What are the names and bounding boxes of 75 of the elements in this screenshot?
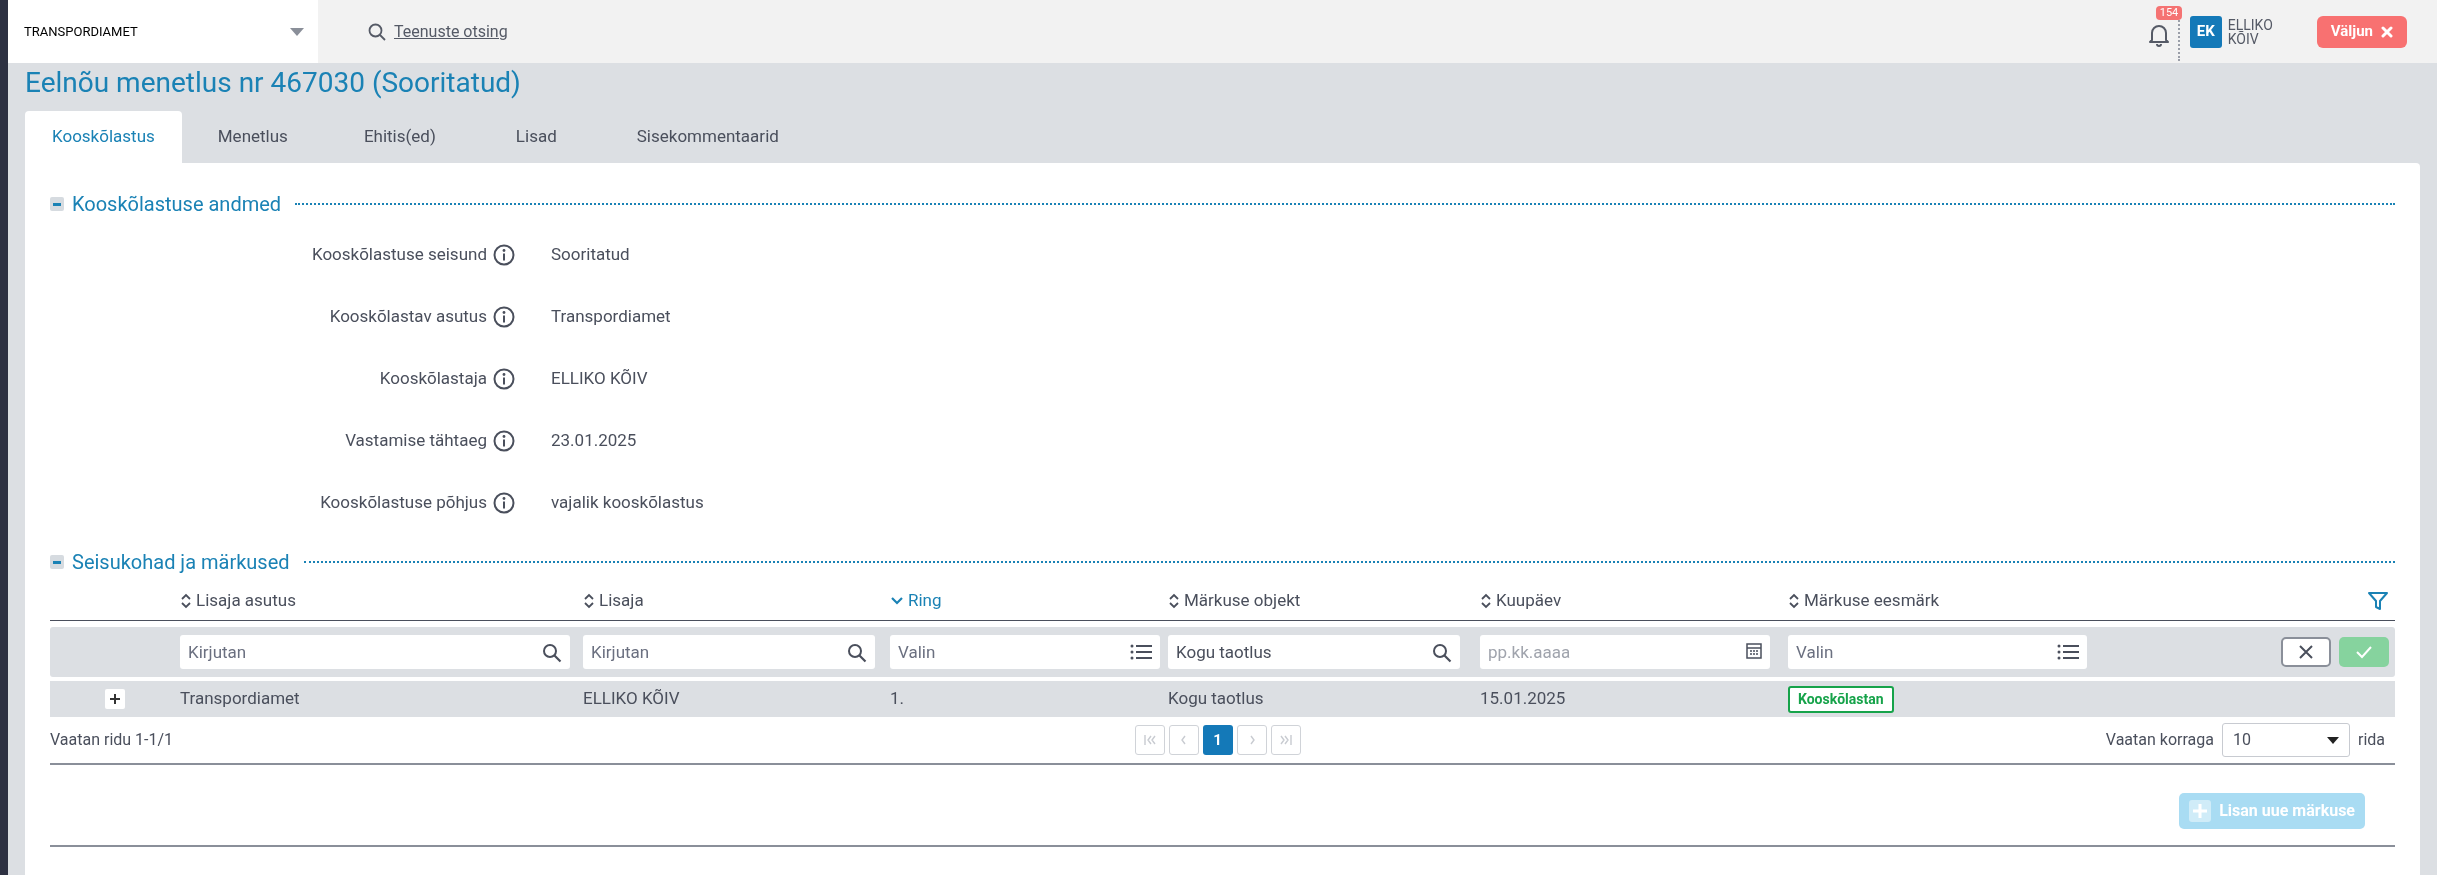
close-icon xyxy=(2381,25,2393,38)
row-count: Vaatan ridu 1-1/1 xyxy=(50,730,174,749)
page-title: Eelnõu menetlus nr 467030 (Sooritatud) xyxy=(25,65,522,101)
user-first-name: ELLIKO xyxy=(2227,17,2273,32)
info-icon[interactable] xyxy=(493,492,515,514)
info-icon[interactable] xyxy=(493,244,515,266)
search-link[interactable]: Teenuste otsing xyxy=(394,19,508,44)
input-field[interactable]: Kogu taotlus xyxy=(1168,635,1460,669)
table-cell: 15.01.2025 xyxy=(1480,688,1566,709)
input-field[interactable]: Kirjutan xyxy=(583,635,875,669)
list-icon xyxy=(1130,643,1152,661)
input-field[interactable]: Kirjutan xyxy=(180,635,570,669)
search-icon xyxy=(542,643,562,663)
user-last-name: KÕIV xyxy=(2227,31,2260,46)
date-field[interactable]: pp.kk.aaaa xyxy=(1480,635,1770,669)
caret-icon xyxy=(2326,736,2339,744)
tab[interactable]: Kooskõlastus xyxy=(25,111,182,163)
field-value: Sooritatud xyxy=(551,243,630,267)
field-label: Vastamise tähtaeg xyxy=(345,429,487,453)
field-label: Kooskõlastaja xyxy=(379,367,487,391)
column-header[interactable]: Ring xyxy=(890,587,1168,614)
select-field[interactable]: Valin xyxy=(1788,635,2087,669)
field-label: Kooskõlastav asutus xyxy=(329,305,487,329)
table-cell: ELLIKO KÕIV xyxy=(583,688,680,709)
column-header[interactable]: Märkuse objekt xyxy=(1168,587,1480,614)
collapse-toggle[interactable] xyxy=(50,197,64,211)
filter-icon[interactable] xyxy=(2367,589,2389,612)
field-value: Transpordiamet xyxy=(551,305,671,329)
list-icon xyxy=(2057,643,2079,661)
search-icon xyxy=(368,22,386,41)
user-avatar[interactable]: EK xyxy=(2189,15,2222,48)
close-icon xyxy=(2298,644,2314,660)
info-icon[interactable] xyxy=(493,430,515,452)
caret-icon xyxy=(290,27,304,36)
section-title: Kooskõlastuse andmed xyxy=(72,191,282,218)
tab[interactable]: Sisekommentaarid xyxy=(596,111,819,163)
chevron-icon xyxy=(1142,734,1157,746)
page-size-suffix: rida xyxy=(2357,729,2385,751)
info-icon[interactable] xyxy=(493,306,515,328)
tab[interactable]: Menetlus xyxy=(181,111,324,163)
column-header[interactable]: Märkuse eesmärk xyxy=(1788,587,2108,614)
field-label: Kooskõlastuse seisund xyxy=(311,243,487,267)
plus-icon xyxy=(2189,800,2212,822)
column-header[interactable]: Lisaja xyxy=(583,587,890,614)
organization-select[interactable]: TRANSPORDIAMET xyxy=(8,0,318,63)
search-icon xyxy=(1432,643,1452,663)
table-cell: Kogu taotlus xyxy=(1168,688,1264,709)
field-value: ELLIKO KÕIV xyxy=(551,367,648,391)
page-size-select[interactable]: 10 xyxy=(2221,723,2350,757)
search-icon xyxy=(847,643,867,663)
select-field[interactable]: Valin xyxy=(890,635,1160,669)
collapse-toggle[interactable] xyxy=(50,555,64,569)
column-header[interactable]: Kuupäev xyxy=(1480,587,1788,614)
page-size-label: Vaatan korraga xyxy=(2105,729,2214,751)
clear-filter-button[interactable] xyxy=(2281,637,2331,667)
expand-row-button[interactable] xyxy=(105,689,125,709)
plus-icon xyxy=(109,693,121,705)
info-icon[interactable] xyxy=(493,368,515,390)
table-cell: 1. xyxy=(890,688,905,709)
calendar-icon xyxy=(1746,643,1762,659)
section-title: Seisukohad ja märkused xyxy=(72,549,290,576)
table-cell: Transpordiamet xyxy=(180,688,300,709)
notification-badge: 154 xyxy=(2155,5,2183,20)
chevron-icon xyxy=(1278,734,1293,746)
field-label: Kooskõlastuse põhjus xyxy=(320,491,487,515)
checkmark-icon xyxy=(2355,645,2373,659)
tab[interactable]: Ehitis(ed) xyxy=(323,111,476,163)
table-row[interactable]: Transpordiamet ELLIKO KÕIV 1. Kogu taotlus 15.01.2025 Kooskõlastan xyxy=(50,681,2395,717)
bell-icon[interactable] xyxy=(2147,22,2170,47)
field-value: vajalik kooskõlastus xyxy=(551,491,704,515)
column-header[interactable]: Lisaja asutus xyxy=(180,587,583,614)
page-button[interactable]: 1 xyxy=(1202,725,1233,755)
field-value: 23.01.2025 xyxy=(551,429,637,453)
tab[interactable]: Lisad xyxy=(475,111,597,163)
status-tag: Kooskõlastan xyxy=(1788,685,1894,713)
